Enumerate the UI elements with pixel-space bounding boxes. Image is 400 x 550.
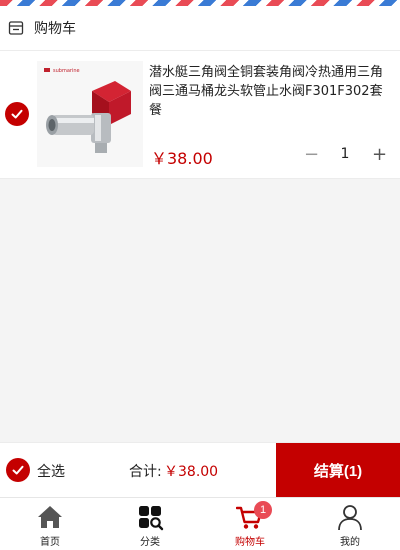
bottom-tab-bar: 首页 分类 1 购物车 我的 xyxy=(0,497,400,550)
tab-label: 购物车 xyxy=(235,537,265,548)
product-image[interactable]: submarine xyxy=(37,61,143,167)
product-brand-mark: submarine xyxy=(53,68,80,74)
item-select-checkbox[interactable] xyxy=(5,102,29,126)
user-icon xyxy=(338,505,362,531)
cart-item: submarine 潜水艇三角阀全铜套装角阀冷热通用三角阀三通马桶龙头软管止水阀… xyxy=(0,51,400,179)
home-icon xyxy=(38,506,62,528)
tab-label: 首页 xyxy=(40,537,60,548)
check-icon xyxy=(12,465,24,475)
check-icon xyxy=(11,109,23,119)
tab-profile[interactable]: 我的 xyxy=(300,498,400,550)
tab-home[interactable]: 首页 xyxy=(0,498,100,550)
category-icon xyxy=(139,506,164,531)
page-title: 购物车 xyxy=(34,21,76,37)
tab-cart[interactable]: 1 购物车 xyxy=(200,498,300,550)
total-amount: ￥38.00 xyxy=(164,464,219,480)
total-label: 合计: xyxy=(129,464,162,480)
product-title[interactable]: 潜水艇三角阀全铜套装角阀冷热通用三角阀三通马桶龙头软管止水阀F301F302套餐 xyxy=(149,63,395,120)
cart-count-badge: 1 xyxy=(254,501,272,519)
store-icon xyxy=(8,21,24,35)
quantity-stepper: − 1 + xyxy=(304,143,387,165)
select-all-label[interactable]: 全选 xyxy=(37,461,65,481)
select-all-checkbox[interactable] xyxy=(6,458,30,482)
tab-category[interactable]: 分类 xyxy=(100,498,200,550)
page-header: 购物车 xyxy=(0,6,400,51)
increment-button[interactable]: + xyxy=(372,144,387,165)
product-price: ￥38.00 xyxy=(151,149,213,168)
checkout-bar: 全选 合计: ￥38.00 结算(1) xyxy=(0,442,400,497)
checkout-button[interactable]: 结算(1) xyxy=(276,443,400,497)
quantity-value[interactable]: 1 xyxy=(318,146,372,162)
decrement-button[interactable]: − xyxy=(304,144,319,165)
tab-label: 分类 xyxy=(140,537,160,548)
product-photo: submarine xyxy=(37,61,143,167)
cart-icon-wrapper: 1 xyxy=(235,501,272,531)
tab-label: 我的 xyxy=(340,537,360,548)
